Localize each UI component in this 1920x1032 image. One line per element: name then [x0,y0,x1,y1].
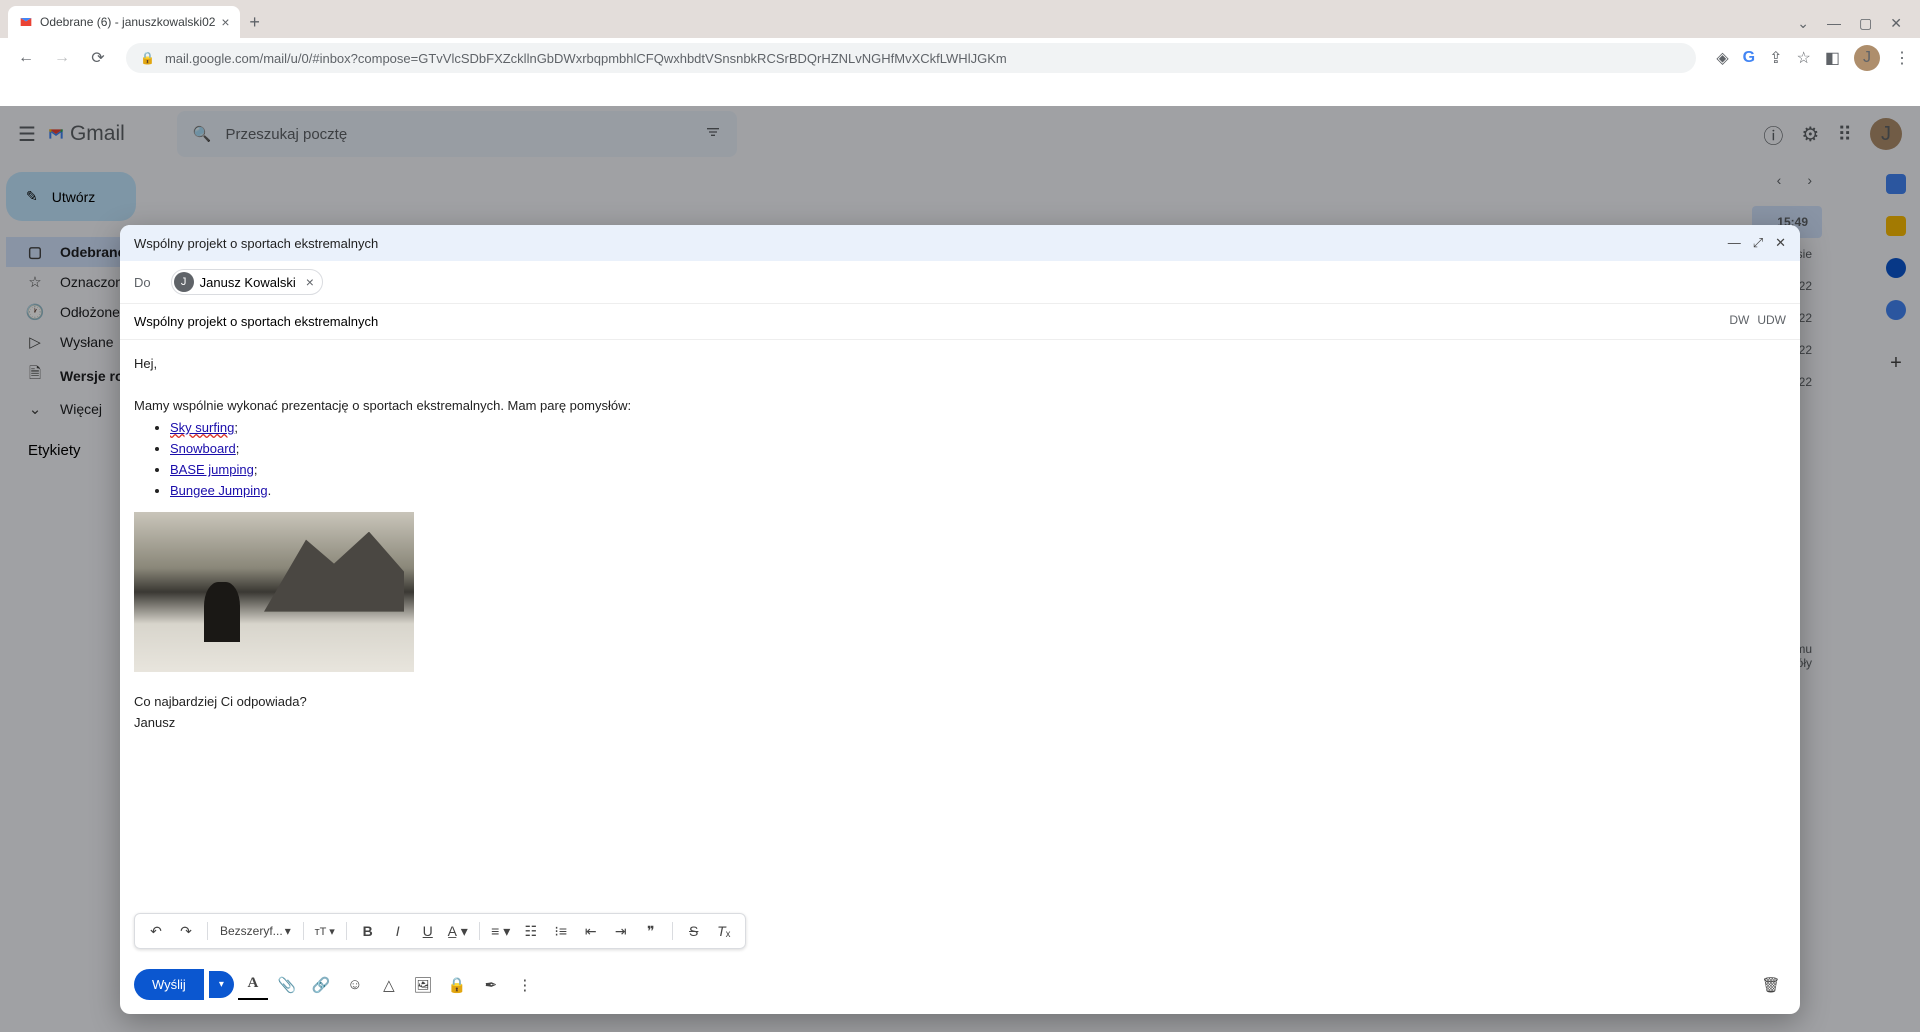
attach-button[interactable]: 📎 [272,970,302,1000]
body-link[interactable]: Sky surfing [170,420,234,435]
redo-button[interactable]: ↷ [173,918,199,944]
image-button[interactable]: 🖼 [408,970,438,1000]
font-size-button[interactable]: тT ▾ [312,918,338,944]
subject-input[interactable]: Wspólny projekt o sportach ekstremalnych [120,304,1800,340]
ordered-list-button[interactable]: ☷ [518,918,544,944]
star-icon[interactable]: ☆ [1797,48,1811,68]
recipient-chip[interactable]: J Janusz Kowalski × [171,269,323,295]
remove-recipient-icon[interactable]: × [306,274,314,290]
send-options-button[interactable]: ▾ [209,971,234,998]
body-link[interactable]: Bungee Jumping [170,483,268,498]
quote-button[interactable]: ❞ [638,918,664,944]
new-tab-button[interactable]: + [240,6,270,38]
send-button[interactable]: Wyślij [134,969,204,1000]
reload-button[interactable]: ⟳ [82,42,114,74]
tab-close-icon[interactable]: × [221,14,229,30]
maximize-icon[interactable]: ▢ [1859,15,1872,32]
clear-format-button[interactable]: Tₓ [711,918,737,944]
compose-footer: Wyślij ▾ A 📎 🔗 ☺ △ 🖼 🔒 ✒ ⋮ 🗑 [120,959,1800,1014]
forward-button[interactable]: → [46,42,78,74]
recipient-name: Janusz Kowalski [200,275,296,290]
back-button[interactable]: ← [10,42,42,74]
kebab-menu-icon[interactable]: ⋮ [1894,48,1910,68]
url-bar[interactable]: 🔒 mail.google.com/mail/u/0/#inbox?compos… [126,43,1696,73]
body-greeting: Hej, [134,354,1786,375]
text-color-button[interactable]: A̲ ▾ [445,918,471,944]
formatting-toolbar: ↶ ↷ Bezszeryf... ▾ тT ▾ B I U A̲ ▾ ≡ ▾ ☷… [134,913,746,949]
bold-button[interactable]: B [355,918,381,944]
google-icon[interactable]: G [1743,49,1755,67]
toolbar-icons: ◈ G ⇪ ☆ ◧ J ⋮ [1708,45,1910,71]
italic-button[interactable]: I [385,918,411,944]
align-button[interactable]: ≡ ▾ [488,918,514,944]
more-options-button[interactable]: ⋮ [510,970,540,1000]
chip-avatar: J [174,272,194,292]
eye-icon[interactable]: ◈ [1716,48,1728,68]
to-row[interactable]: Do J Janusz Kowalski × DW UDW [120,261,1800,304]
close-compose-icon[interactable]: ✕ [1775,235,1786,251]
gmail-app: ☰ Gmail 🔍 Przeszukaj pocztę ⓘ ⚙ ⠿ J ✎ Ut… [0,106,1920,1032]
minimize-compose-icon[interactable]: — [1728,235,1741,251]
fullscreen-compose-icon[interactable]: ⤢ [1753,235,1763,251]
drive-button[interactable]: △ [374,970,404,1000]
lock-icon: 🔒 [140,51,155,65]
undo-button[interactable]: ↶ [143,918,169,944]
body-list: Sky surfing; Snowboard; BASE jumping; Bu… [134,418,1786,501]
to-label: Do [134,275,151,290]
minimize-icon[interactable]: — [1827,15,1841,32]
compose-body[interactable]: Hej, Mamy wspólnie wykonać prezentację o… [120,340,1800,913]
formatting-toggle-button[interactable]: A [238,970,268,1000]
body-link[interactable]: BASE jumping [170,462,254,477]
browser-tab[interactable]: Odebrane (6) - januszkowalski02 × [8,6,240,38]
compose-dialog: Wspólny projekt o sportach ekstremalnych… [120,225,1800,1014]
browser-tab-bar: Odebrane (6) - januszkowalski02 × + ⌄ — … [0,0,1920,38]
browser-avatar[interactable]: J [1854,45,1880,71]
signature-button[interactable]: ✒ [476,970,506,1000]
compose-header: Wspólny projekt o sportach ekstremalnych… [120,225,1800,261]
body-signature: Janusz [134,713,1786,734]
confidential-button[interactable]: 🔒 [442,970,472,1000]
tab-title: Odebrane (6) - januszkowalski02 [40,15,215,29]
link-button[interactable]: 🔗 [306,970,336,1000]
bcc-button[interactable]: UDW [1757,313,1786,327]
emoji-button[interactable]: ☺ [340,970,370,1000]
body-intro: Mamy wspólnie wykonać prezentację o spor… [134,396,1786,417]
unordered-list-button[interactable]: ⁝≡ [548,918,574,944]
font-select[interactable]: Bezszeryf... ▾ [216,924,295,938]
discard-button[interactable]: 🗑 [1756,970,1786,1000]
chevron-down-icon[interactable]: ⌄ [1797,15,1809,32]
body-link[interactable]: Snowboard [170,441,236,456]
embedded-image[interactable] [134,512,414,672]
close-window-icon[interactable]: ✕ [1890,15,1902,32]
window-controls: ⌄ — ▢ ✕ [1797,15,1920,38]
indent-more-button[interactable]: ⇥ [608,918,634,944]
underline-button[interactable]: U [415,918,441,944]
share-icon[interactable]: ⇪ [1769,48,1782,68]
body-question: Co najbardziej Ci odpowiada? [134,692,1786,713]
indent-less-button[interactable]: ⇤ [578,918,604,944]
gmail-favicon [18,14,34,30]
cc-button[interactable]: DW [1729,313,1749,327]
url-text: mail.google.com/mail/u/0/#inbox?compose=… [165,51,1007,66]
extensions-icon[interactable]: ◧ [1825,48,1840,68]
browser-toolbar: ← → ⟳ 🔒 mail.google.com/mail/u/0/#inbox?… [0,38,1920,78]
strikethrough-button[interactable]: S [681,918,707,944]
compose-title: Wspólny projekt o sportach ekstremalnych [134,236,378,251]
